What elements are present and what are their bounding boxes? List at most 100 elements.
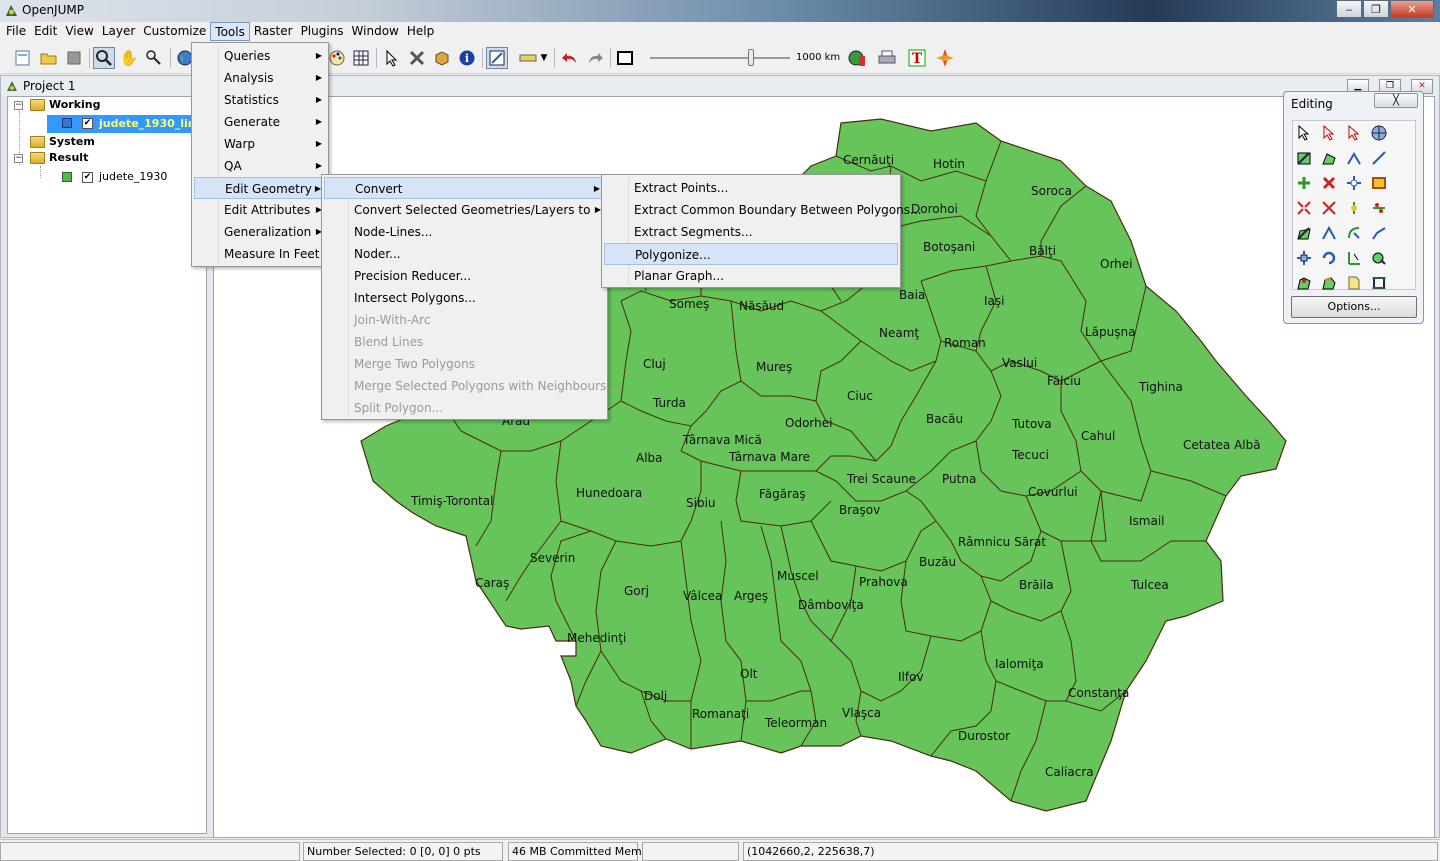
layer-style-swatch[interactable] bbox=[62, 172, 72, 182]
layer-judete-1930-lin[interactable]: judete_1930_lin bbox=[99, 116, 196, 132]
chart-globe-icon[interactable] bbox=[846, 47, 868, 69]
zoom-tool-icon[interactable] bbox=[93, 47, 115, 69]
move-selected-icon[interactable] bbox=[1369, 123, 1389, 143]
edit-polygon-icon[interactable] bbox=[1294, 223, 1314, 243]
menu-item-intersect-polygons[interactable]: Intersect Polygons... bbox=[324, 287, 605, 309]
palette-icon[interactable] bbox=[326, 47, 348, 69]
menu-item-analysis[interactable]: Analysis ▶ bbox=[194, 67, 326, 89]
measure-ruler-icon[interactable] bbox=[518, 47, 540, 69]
menu-window[interactable]: Window bbox=[348, 22, 403, 41]
editing-options-button[interactable]: Options... bbox=[1291, 296, 1417, 318]
scale-feature-icon[interactable] bbox=[1344, 248, 1364, 268]
text-label-icon[interactable]: T bbox=[906, 47, 928, 69]
menu-edit[interactable]: Edit bbox=[30, 22, 61, 41]
editing-close-button[interactable]: ╳ bbox=[1374, 93, 1418, 108]
menu-item-edit-attributes[interactable]: Edit Attributes ▶ bbox=[194, 199, 326, 221]
menu-file[interactable]: File bbox=[2, 22, 30, 41]
menu-item-node-lines[interactable]: Node-Lines... bbox=[324, 221, 605, 243]
menu-item-measure-in-feet[interactable]: Measure In Feet bbox=[194, 243, 326, 265]
select-part-icon[interactable] bbox=[1319, 123, 1339, 143]
box-icon[interactable] bbox=[431, 47, 453, 69]
menu-item-generate[interactable]: Generate ▶ bbox=[194, 111, 326, 133]
snap-rectangle-icon[interactable] bbox=[1369, 173, 1389, 193]
pan-hand-icon[interactable]: ✋ bbox=[118, 47, 140, 69]
attribute-table-icon[interactable] bbox=[350, 47, 372, 69]
rotate-feature-icon[interactable] bbox=[1319, 248, 1339, 268]
menu-item-extract-common-boundary[interactable]: Extract Common Boundary Between Polygons… bbox=[604, 199, 921, 221]
draw-rectangle-icon[interactable] bbox=[1294, 148, 1314, 168]
undo-icon[interactable] bbox=[559, 47, 581, 69]
expand-working-icon[interactable]: − bbox=[14, 101, 23, 110]
menu-item-convert-selected[interactable]: Convert Selected Geometries/Layers to ▶ bbox=[324, 199, 605, 221]
select-arrow-icon[interactable] bbox=[381, 47, 403, 69]
map-label: Prahova bbox=[859, 575, 908, 589]
menu-item-convert[interactable]: Convert ▶ bbox=[324, 177, 605, 199]
auto-complete-polygon-icon[interactable] bbox=[1369, 248, 1389, 268]
menu-item-extract-points[interactable]: Extract Points... bbox=[604, 177, 898, 199]
menu-item-queries[interactable]: Queries ▶ bbox=[194, 45, 326, 67]
category-system[interactable]: System bbox=[49, 134, 95, 150]
chevron-down-icon[interactable]: ▼ bbox=[538, 47, 550, 69]
menu-raster[interactable]: Raster bbox=[250, 22, 297, 41]
bounding-box-icon[interactable] bbox=[1369, 273, 1389, 293]
draw-polygon-icon[interactable] bbox=[1319, 148, 1339, 168]
menu-plugins[interactable]: Plugins bbox=[297, 22, 348, 41]
note-icon[interactable] bbox=[1344, 273, 1364, 293]
scale-slider-thumb[interactable] bbox=[748, 49, 754, 66]
window-frame-icon[interactable] bbox=[614, 47, 636, 69]
menu-item-qa[interactable]: QA ▶ bbox=[194, 155, 326, 177]
menu-tools[interactable]: Tools bbox=[210, 22, 250, 41]
menu-item-noder[interactable]: Noder... bbox=[324, 243, 605, 265]
rotate-icon[interactable] bbox=[1344, 223, 1364, 243]
delete-vertex-icon[interactable] bbox=[1319, 173, 1339, 193]
menu-item-generalization[interactable]: Generalization ▶ bbox=[194, 221, 326, 243]
north-arrow-icon[interactable] bbox=[934, 47, 956, 69]
move-feature-icon[interactable] bbox=[1294, 248, 1314, 268]
menu-item-planar-graph[interactable]: Planar Graph... bbox=[604, 265, 898, 287]
maximize-button[interactable]: ❐ bbox=[1363, 0, 1389, 18]
menu-item-polygonize[interactable]: Polygonize... bbox=[604, 243, 898, 265]
edit-linestring-icon[interactable] bbox=[1319, 223, 1339, 243]
layer-visibility-checkbox[interactable]: ✔ bbox=[82, 118, 93, 129]
edit-toggle-icon[interactable] bbox=[486, 47, 508, 69]
auto-complete-icon[interactable] bbox=[1369, 223, 1389, 243]
expand-result-icon[interactable]: − bbox=[14, 154, 23, 163]
menu-customize[interactable]: Customize bbox=[139, 22, 210, 41]
menu-layer[interactable]: Layer bbox=[98, 22, 139, 41]
printer-icon[interactable] bbox=[876, 47, 898, 69]
menu-view[interactable]: View bbox=[61, 22, 97, 41]
redo-icon[interactable] bbox=[584, 47, 606, 69]
category-result[interactable]: Result bbox=[49, 150, 88, 166]
move-vertex-icon[interactable] bbox=[1344, 173, 1364, 193]
layer-judete-1930[interactable]: judete_1930 bbox=[99, 169, 167, 185]
layer-style-swatch[interactable] bbox=[62, 118, 72, 128]
draw-constrained-icon[interactable] bbox=[1319, 273, 1339, 293]
category-working[interactable]: Working bbox=[49, 97, 101, 113]
select-feature-icon[interactable] bbox=[1294, 123, 1314, 143]
menu-item-warp[interactable]: Warp ▶ bbox=[194, 133, 326, 155]
menu-item-precision-reducer[interactable]: Precision Reducer... bbox=[324, 265, 605, 287]
scale-slider-track[interactable] bbox=[650, 57, 790, 59]
menu-item-edit-geometry[interactable]: Edit Geometry ▶ bbox=[194, 177, 326, 199]
select-line-string-icon[interactable] bbox=[1344, 123, 1364, 143]
draw-line-icon[interactable] bbox=[1369, 148, 1389, 168]
menu-item-extract-segments[interactable]: Extract Segments... bbox=[604, 221, 898, 243]
zoom-pan-icon[interactable] bbox=[143, 47, 165, 69]
new-project-icon[interactable] bbox=[12, 47, 34, 69]
open-folder-icon[interactable] bbox=[38, 47, 60, 69]
draw-linestring-icon[interactable] bbox=[1344, 148, 1364, 168]
menu-help[interactable]: Help bbox=[403, 22, 438, 41]
layer-visibility-checkbox[interactable]: ✔ bbox=[82, 172, 93, 183]
draw-point-icon[interactable] bbox=[1294, 173, 1314, 193]
cut-polygon-icon[interactable] bbox=[1369, 198, 1389, 218]
split-line-icon[interactable] bbox=[1344, 198, 1364, 218]
scale-in-icon[interactable] bbox=[1294, 198, 1314, 218]
scale-out-icon[interactable] bbox=[1319, 198, 1339, 218]
delete-feature-icon[interactable] bbox=[406, 47, 428, 69]
fill-polygon-icon[interactable] bbox=[1294, 273, 1314, 293]
minimize-button[interactable]: ‒ bbox=[1336, 0, 1362, 18]
info-icon[interactable]: i bbox=[456, 47, 478, 69]
menu-item-statistics[interactable]: Statistics ▶ bbox=[194, 89, 326, 111]
close-button[interactable]: ✕ bbox=[1390, 0, 1434, 18]
layers-icon[interactable] bbox=[63, 47, 85, 69]
